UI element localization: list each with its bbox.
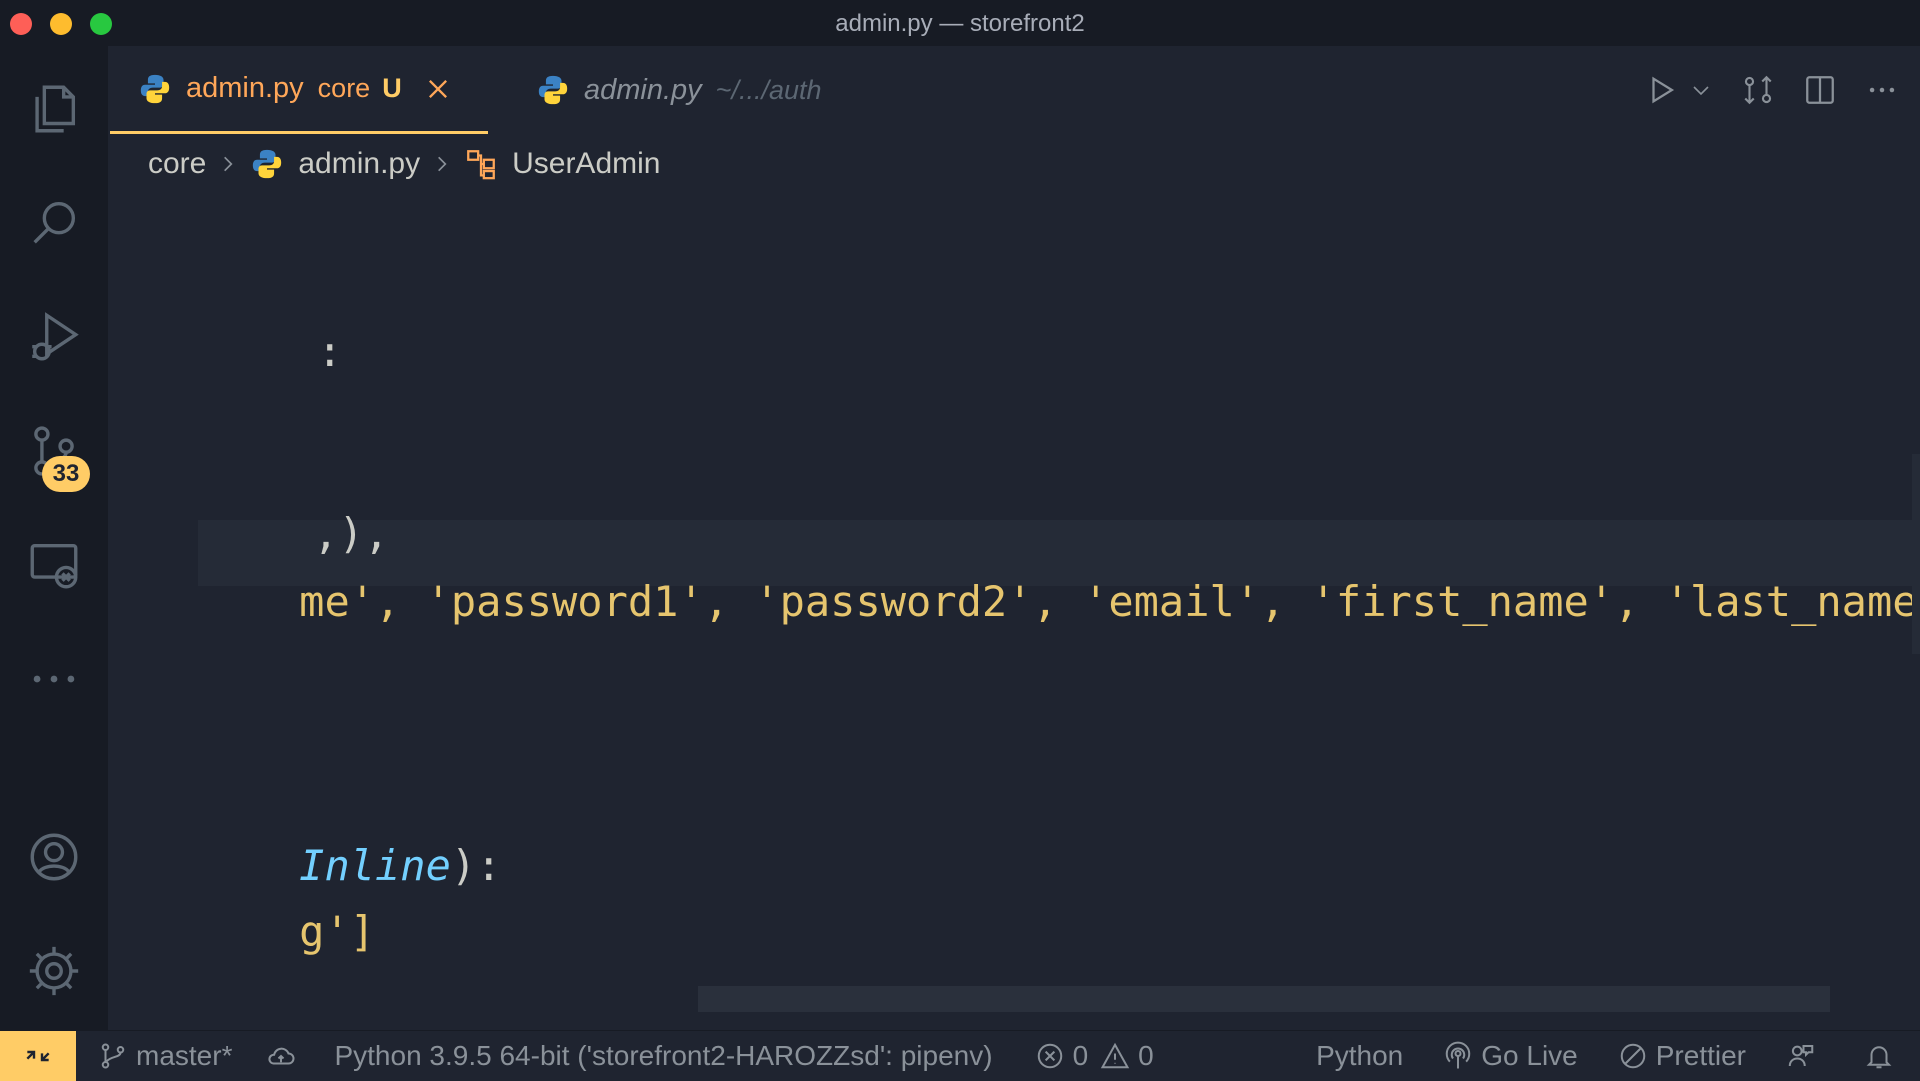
git-branch[interactable]: master* xyxy=(98,1040,232,1072)
sync-button[interactable] xyxy=(266,1041,304,1071)
search-icon xyxy=(33,201,76,244)
run-debug-icon xyxy=(32,312,79,361)
overview-ruler xyxy=(1912,454,1920,654)
tab-description: core xyxy=(317,73,371,103)
prettier-icon xyxy=(1620,1043,1645,1069)
remote-icon xyxy=(26,1050,50,1062)
branch-icon xyxy=(101,1043,125,1069)
remote-explorer-button[interactable] xyxy=(0,520,108,610)
run-debug-button[interactable] xyxy=(0,292,108,382)
source-control-badge: 33 xyxy=(42,456,90,492)
broadcast-icon xyxy=(1446,1041,1471,1069)
warning-icon xyxy=(1100,1042,1130,1069)
breadcrumb-symbol[interactable]: UserAdmin xyxy=(512,147,660,181)
remote-indicator[interactable] xyxy=(0,1031,76,1081)
go-live-button[interactable]: Go Live xyxy=(1443,1040,1578,1072)
tab-admin-auth[interactable]: admin.py ~/.../auth xyxy=(508,46,948,134)
chevron-down-icon xyxy=(1693,86,1709,96)
gear-icon xyxy=(29,946,79,996)
activity-bar: 33 xyxy=(0,46,108,1030)
split-editor-icon xyxy=(1806,76,1834,104)
horizontal-scrollbar[interactable] xyxy=(698,986,1830,1012)
split-editor-button[interactable] xyxy=(1796,66,1844,114)
tab-admin-core[interactable]: admin.py core U xyxy=(110,46,488,134)
manage-button[interactable] xyxy=(0,926,108,1016)
explorer-button[interactable] xyxy=(0,64,108,154)
feedback-icon xyxy=(1788,1045,1814,1067)
language-mode[interactable]: Python xyxy=(1316,1040,1403,1072)
breadcrumb-file[interactable]: admin.py xyxy=(298,147,420,181)
window-title: admin.py — storefront2 xyxy=(835,10,1085,37)
run-dropdown-button[interactable] xyxy=(1686,66,1716,114)
notifications-button[interactable] xyxy=(1864,1041,1902,1071)
code-line: : xyxy=(317,327,343,376)
editor-tab-bar: admin.py core U admin.py ~/.../auth xyxy=(108,46,1920,134)
more-icon xyxy=(33,675,75,683)
accounts-button[interactable] xyxy=(0,812,108,902)
more-actions-button[interactable] xyxy=(1858,66,1906,114)
cloud-sync-icon xyxy=(268,1047,295,1065)
status-bar: master* Python 3.9.5 64-bit ('storefront… xyxy=(0,1030,1920,1081)
run-button[interactable] xyxy=(1638,66,1686,114)
editor-actions xyxy=(1638,46,1920,134)
more-views-button[interactable] xyxy=(0,634,108,724)
title-bar: admin.py — storefront2 xyxy=(0,0,1920,46)
run-icon xyxy=(1652,76,1675,104)
chevron-right-icon xyxy=(224,156,233,172)
python-file-icon xyxy=(538,75,568,105)
open-changes-button[interactable] xyxy=(1734,66,1782,114)
breadcrumb: core admin.py UserAdmin xyxy=(148,134,660,194)
python-interpreter[interactable]: Python 3.9.5 64-bit ('storefront2-HAROZZ… xyxy=(334,1040,992,1072)
remote-explorer-icon xyxy=(30,543,78,589)
close-icon[interactable] xyxy=(424,75,452,103)
class-symbol-icon xyxy=(467,150,495,180)
problems-indicator[interactable]: 0 0 xyxy=(1035,1040,1154,1072)
code-line: g'] xyxy=(299,907,376,956)
code-line-active: me', 'password1', 'password2', 'email', … xyxy=(299,577,1920,626)
tab-git-status: U xyxy=(382,73,402,103)
tab-filename: admin.py xyxy=(186,72,304,104)
breadcrumb-folder[interactable]: core xyxy=(148,147,206,181)
chevron-right-icon xyxy=(438,156,447,172)
status-bar-right: Python Go Live Prettier xyxy=(1276,1040,1920,1072)
compare-icon xyxy=(1744,75,1772,105)
ellipsis-icon xyxy=(1869,87,1895,93)
files-icon xyxy=(35,85,76,133)
python-file-icon xyxy=(140,74,170,103)
tab-filename: admin.py xyxy=(584,73,702,106)
error-icon xyxy=(1037,1043,1062,1069)
code-editor[interactable]: : ,), me', 'password1', 'password2', 'em… xyxy=(108,194,1920,1030)
python-file-icon xyxy=(253,149,282,179)
bell-icon xyxy=(1866,1046,1892,1069)
prettier-button[interactable]: Prettier xyxy=(1618,1040,1746,1072)
search-button[interactable] xyxy=(0,178,108,268)
tab-description: ~/.../auth xyxy=(715,74,822,105)
account-icon xyxy=(30,833,78,881)
feedback-button[interactable] xyxy=(1786,1041,1824,1071)
